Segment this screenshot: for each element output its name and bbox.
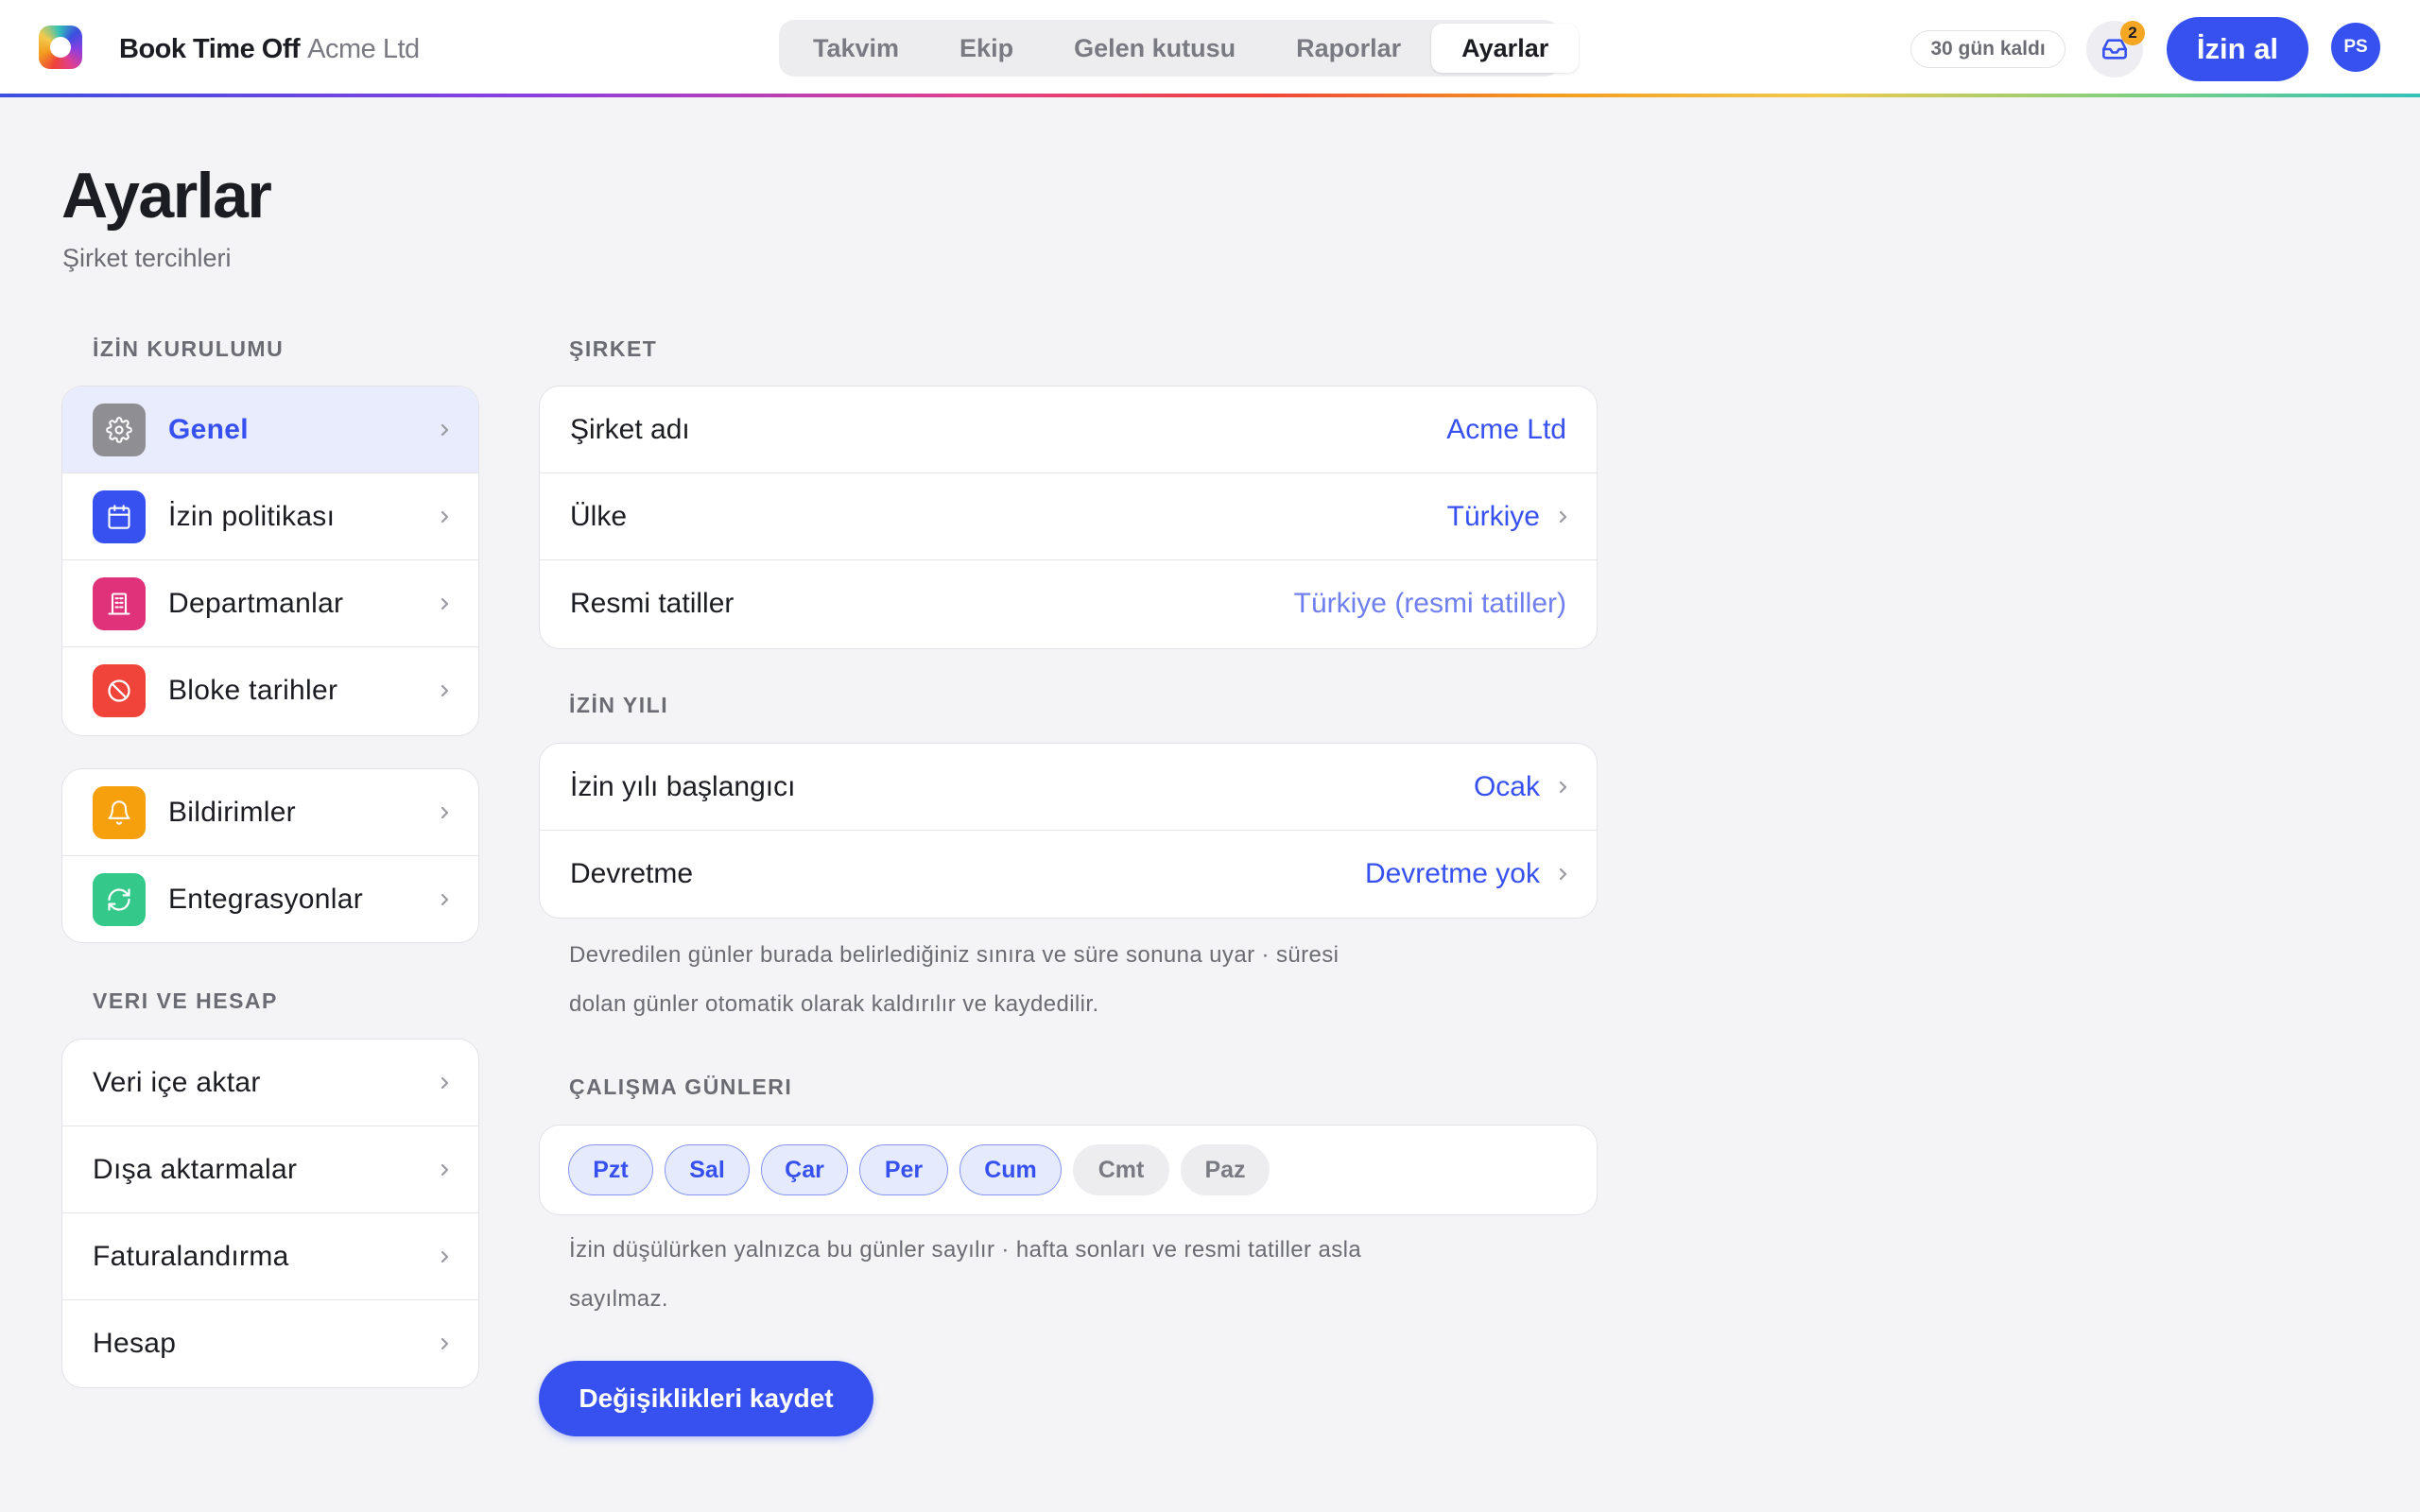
sidebar-item-label: Dışa aktarmalar	[93, 1153, 298, 1185]
page-title: Ayarlar	[61, 160, 272, 232]
section-title-leave-year: İZİN YILI	[569, 693, 669, 717]
top-bar: Book Time Off Acme Ltd Takvim Ekip Gelen …	[0, 0, 2420, 94]
carryover-value: Devretme yok	[1364, 858, 1540, 889]
day-chip-paz[interactable]: Paz	[1181, 1144, 1270, 1195]
chevron-right-icon	[441, 1163, 449, 1176]
day-chip-cum[interactable]: Cum	[959, 1144, 1062, 1195]
inbox-count-badge: 2	[2120, 21, 2145, 45]
holidays-value: Türkiye (resmi tatiller)	[1293, 588, 1566, 619]
chevron-right-icon	[441, 893, 449, 906]
tab-takvim[interactable]: Takvim	[783, 24, 929, 73]
sidebar-item-hesap[interactable]: Hesap	[62, 1300, 478, 1387]
sidebar-item-entegrasyonlar[interactable]: Entegrasyonlar	[62, 856, 478, 942]
leave-year-start-row[interactable]: İzin yılı başlangıcı Ocak	[540, 744, 1597, 831]
day-chip-car[interactable]: Çar	[761, 1144, 848, 1195]
sidebar-item-disa-aktarmalar[interactable]: Dışa aktarmalar	[62, 1126, 478, 1213]
sidebar-section-data-account: VERI VE HESAP	[93, 988, 278, 1013]
bell-icon	[93, 785, 146, 839]
calendar-icon	[93, 490, 146, 543]
sidebar-section-leave-setup: İZİN KURULUMU	[93, 336, 285, 361]
request-leave-button[interactable]: İzin al	[2167, 17, 2308, 81]
holidays-row[interactable]: Resmi tatiller Türkiye (resmi tatiller)	[540, 560, 1597, 647]
accent-strip	[0, 94, 2420, 97]
chevron-right-icon	[441, 510, 449, 523]
day-chip-pzt[interactable]: Pzt	[568, 1144, 653, 1195]
sidebar-item-label: Faturalandırma	[93, 1240, 289, 1272]
trial-badge[interactable]: 30 gün kaldı	[1910, 30, 2066, 68]
work-days-note: İzin düşülürken yalnızca bu günler sayıl…	[569, 1226, 1361, 1324]
chevron-right-icon	[441, 1076, 449, 1089]
chevron-right-icon	[441, 684, 449, 697]
app-logo[interactable]	[39, 26, 82, 69]
carryover-note-line1: Devredilen günler burada belirlediğiniz …	[569, 942, 1340, 968]
work-days-card: Pzt Sal Çar Per Cum Cmt Paz	[539, 1125, 1598, 1215]
tab-gelen-kutusu[interactable]: Gelen kutusu	[1044, 24, 1266, 73]
leave-year-card: İzin yılı başlangıcı Ocak Devretme Devre…	[539, 743, 1598, 919]
work-days-note-line1: İzin düşülürken yalnızca bu günler sayıl…	[569, 1237, 1362, 1263]
country-row[interactable]: Ülke Türkiye	[540, 473, 1597, 560]
holidays-label: Resmi tatiller	[570, 588, 735, 619]
sidebar-item-label: Bloke tarihler	[168, 675, 338, 706]
gear-icon	[93, 403, 146, 456]
carryover-note: Devredilen günler burada belirlediğiniz …	[569, 931, 1339, 1029]
tab-ayarlar[interactable]: Ayarlar	[1431, 24, 1580, 73]
company-name-value[interactable]: Acme Ltd	[1446, 414, 1566, 446]
chevron-right-icon	[441, 597, 449, 610]
carryover-note-line2: dolan günler otomatik olarak kaldırılır …	[569, 991, 1099, 1017]
sidebar-group-notifications: Bildirimler Entegrasyonlar	[61, 768, 479, 943]
company-card: Şirket adı Acme Ltd Ülke Türkiye Resmi t…	[539, 386, 1598, 649]
org-name: Acme Ltd	[307, 34, 420, 64]
chevron-right-icon	[441, 1250, 449, 1263]
app-name: Book Time Off	[119, 34, 301, 64]
sidebar-item-genel[interactable]: Genel	[62, 387, 478, 473]
day-chip-per[interactable]: Per	[859, 1144, 948, 1195]
brand: Book Time Off Acme Ltd	[119, 34, 420, 65]
section-title-company: ŞIRKET	[569, 336, 658, 361]
chevron-right-icon	[441, 1337, 449, 1350]
sidebar-item-label: Genel	[168, 413, 249, 445]
carryover-row[interactable]: Devretme Devretme yok	[540, 831, 1597, 918]
block-icon	[93, 664, 146, 717]
leave-year-start-value: Ocak	[1473, 770, 1540, 802]
chevron-right-icon	[1559, 781, 1567, 793]
sidebar-item-label: Departmanlar	[168, 587, 344, 619]
sidebar-item-label: Veri içe aktar	[93, 1066, 261, 1098]
chevron-right-icon	[441, 806, 449, 818]
day-chip-cmt[interactable]: Cmt	[1073, 1144, 1169, 1195]
chevron-right-icon	[1559, 510, 1567, 523]
company-name-label: Şirket adı	[570, 413, 690, 445]
sidebar-item-bildirimler[interactable]: Bildirimler	[62, 769, 478, 856]
user-avatar[interactable]: PS	[2331, 23, 2380, 72]
sidebar-item-label: Bildirimler	[168, 796, 296, 828]
sidebar-group-data-account: Veri içe aktar Dışa aktarmalar Faturalan…	[61, 1039, 479, 1388]
tab-ekip[interactable]: Ekip	[929, 24, 1044, 73]
sync-icon	[93, 873, 146, 926]
day-chip-sal[interactable]: Sal	[665, 1144, 750, 1195]
sidebar-item-veri-ice-aktar[interactable]: Veri içe aktar	[62, 1040, 478, 1126]
sidebar-item-izin-politikasi[interactable]: İzin politikası	[62, 473, 478, 560]
country-value: Türkiye	[1446, 500, 1540, 532]
building-icon	[93, 576, 146, 630]
section-title-work-days: ÇALIŞMA GÜNLERI	[569, 1074, 793, 1099]
sidebar-item-label: Entegrasyonlar	[168, 884, 363, 915]
tab-raporlar[interactable]: Raporlar	[1266, 24, 1431, 73]
page-subtitle: Şirket tercihleri	[62, 244, 232, 272]
sidebar-item-faturalandirma[interactable]: Faturalandırma	[62, 1213, 478, 1300]
sidebar-item-bloke-tarihler[interactable]: Bloke tarihler	[62, 647, 478, 734]
country-label: Ülke	[570, 500, 628, 532]
company-name-row[interactable]: Şirket adı Acme Ltd	[540, 387, 1597, 473]
inbox-button[interactable]: 2	[2086, 21, 2145, 77]
chevron-right-icon	[1559, 868, 1567, 881]
sidebar-item-label: İzin politikası	[168, 500, 336, 532]
sidebar-item-label: Hesap	[93, 1328, 177, 1359]
work-days-note-line2: sayılmaz.	[569, 1286, 668, 1312]
sidebar-item-departmanlar[interactable]: Departmanlar	[62, 560, 478, 647]
main-nav: Takvim Ekip Gelen kutusu Raporlar Ayarla…	[779, 20, 1580, 77]
save-changes-button[interactable]: Değişiklikleri kaydet	[539, 1361, 873, 1436]
leave-year-start-label: İzin yılı başlangıcı	[570, 770, 796, 802]
sidebar-group-leave-setup: Genel İzin politikası Departmanlar Bloke…	[61, 386, 479, 736]
carryover-label: Devretme	[570, 858, 694, 889]
chevron-right-icon	[441, 423, 449, 436]
